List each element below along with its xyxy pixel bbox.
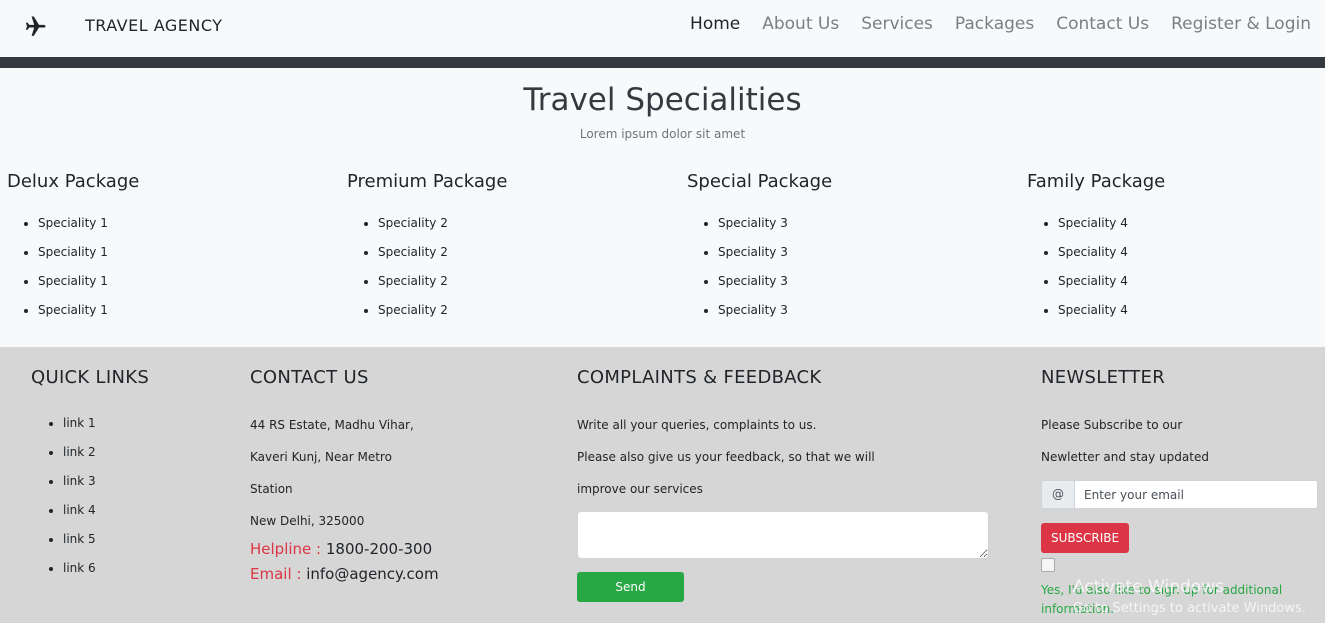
speciality-list: Speciality 3 Speciality 3 Speciality 3 S…	[687, 209, 1007, 325]
newsletter-title: NEWSLETTER	[1041, 367, 1166, 388]
nav-about-us[interactable]: About Us	[762, 14, 839, 34]
package-family: Family Package Speciality 4 Speciality 4…	[1027, 171, 1325, 325]
airplane-icon[interactable]	[24, 14, 48, 38]
windows-watermark: Activate Windows Go to Settings to activ…	[1073, 577, 1306, 621]
navbar: TRAVEL AGENCY Home About Us Services Pac…	[0, 0, 1325, 57]
section-subtitle: Lorem ipsum dolor sit amet	[579, 127, 746, 141]
quick-links-title: QUICK LINKS	[31, 367, 150, 388]
address-line: New Delhi, 325000	[250, 514, 365, 528]
address-line: 44 RS Estate, Madhu Vihar,	[250, 418, 414, 432]
speciality-list: Speciality 2 Speciality 2 Speciality 2 S…	[347, 209, 667, 325]
speciality-item: Speciality 4	[1058, 209, 1325, 238]
quick-links-section: QUICK LINKS link 1 link 2 link 3 link 4 …	[31, 367, 149, 583]
nav-packages[interactable]: Packages	[955, 14, 1034, 34]
feedback-textarea[interactable]	[577, 511, 989, 559]
nav-register-login[interactable]: Register & Login	[1171, 14, 1311, 34]
contact-section: CONTACT US 44 RS Estate, Madhu Vihar, Ka…	[250, 367, 439, 587]
email-address: info@agency.com	[306, 565, 439, 583]
speciality-item: Speciality 1	[38, 209, 327, 238]
speciality-item: Speciality 1	[38, 267, 327, 296]
speciality-item: Speciality 2	[378, 296, 667, 325]
speciality-item: Speciality 4	[1058, 296, 1325, 325]
divider-bar	[0, 57, 1325, 68]
newsletter-text: Newletter and stay updated	[1041, 450, 1209, 464]
watermark-subtitle: Go to Settings to activate Windows.	[1073, 601, 1306, 616]
helpline-number: 1800-200-300	[325, 540, 433, 558]
complaints-section: COMPLAINTS & FEEDBACK Write all your que…	[577, 367, 989, 602]
complaints-text: Please also give us your feedback, so th…	[577, 450, 875, 464]
speciality-list: Speciality 1 Speciality 1 Speciality 1 S…	[7, 209, 327, 325]
speciality-list: Speciality 4 Speciality 4 Speciality 4 S…	[1027, 209, 1325, 325]
helpline-label: Helpline	[250, 540, 312, 558]
optin-checkbox[interactable]	[1041, 558, 1055, 572]
package-title: Family Package	[1027, 171, 1166, 192]
speciality-item: Speciality 2	[378, 267, 667, 296]
quick-link[interactable]: link 3	[63, 467, 149, 496]
speciality-item: Speciality 3	[718, 296, 1007, 325]
email-input-group: @	[1041, 480, 1318, 509]
speciality-item: Speciality 1	[38, 238, 327, 267]
address-line: Kaveri Kunj, Near Metro	[250, 450, 392, 464]
complaints-title: COMPLAINTS & FEEDBACK	[577, 367, 822, 388]
quick-links-list: link 1 link 2 link 3 link 4 link 5 link …	[31, 409, 149, 583]
quick-link[interactable]: link 5	[63, 525, 149, 554]
package-title: Premium Package	[347, 171, 508, 192]
complaints-text: Write all your queries, complaints to us…	[577, 418, 817, 432]
helpline: Helpline : 1800-200-300	[250, 537, 439, 562]
nav-contact-us[interactable]: Contact Us	[1056, 14, 1149, 34]
package-delux: Delux Package Speciality 1 Speciality 1 …	[7, 171, 327, 325]
email-separator: :	[291, 565, 307, 583]
nav-services[interactable]: Services	[861, 14, 933, 34]
speciality-item: Speciality 2	[378, 209, 667, 238]
main-nav: Home About Us Services Packages Contact …	[668, 14, 1311, 34]
speciality-item: Speciality 3	[718, 209, 1007, 238]
watermark-title: Activate Windows	[1073, 577, 1224, 597]
brand-name[interactable]: TRAVEL AGENCY	[85, 16, 223, 35]
quick-link[interactable]: link 2	[63, 438, 149, 467]
subscribe-button[interactable]: SUBSCRIBE	[1041, 523, 1130, 553]
package-title: Delux Package	[7, 171, 140, 192]
email: Email : info@agency.com	[250, 562, 439, 587]
speciality-item: Speciality 3	[718, 238, 1007, 267]
contact-title: CONTACT US	[250, 367, 369, 388]
package-special: Special Package Speciality 3 Speciality …	[687, 171, 1007, 325]
speciality-item: Speciality 1	[38, 296, 327, 325]
speciality-item: Speciality 3	[718, 267, 1007, 296]
nav-home[interactable]: Home	[690, 14, 740, 34]
email-label: Email	[250, 565, 292, 583]
quick-link[interactable]: link 1	[63, 409, 149, 438]
section-title: Travel Specialities	[523, 82, 802, 118]
address-line: Station	[250, 482, 293, 496]
complaints-text: improve our services	[577, 482, 703, 496]
speciality-item: Speciality 4	[1058, 238, 1325, 267]
package-title: Special Package	[687, 171, 833, 192]
package-premium: Premium Package Speciality 2 Speciality …	[347, 171, 667, 325]
send-button[interactable]: Send	[577, 572, 684, 602]
at-icon: @	[1041, 480, 1074, 509]
speciality-item: Speciality 4	[1058, 267, 1325, 296]
quick-link[interactable]: link 6	[63, 554, 149, 583]
speciality-item: Speciality 2	[378, 238, 667, 267]
helpline-separator: :	[311, 540, 326, 558]
quick-link[interactable]: link 4	[63, 496, 149, 525]
newsletter-email-input[interactable]	[1074, 480, 1318, 509]
newsletter-text: Please Subscribe to our	[1041, 418, 1183, 432]
